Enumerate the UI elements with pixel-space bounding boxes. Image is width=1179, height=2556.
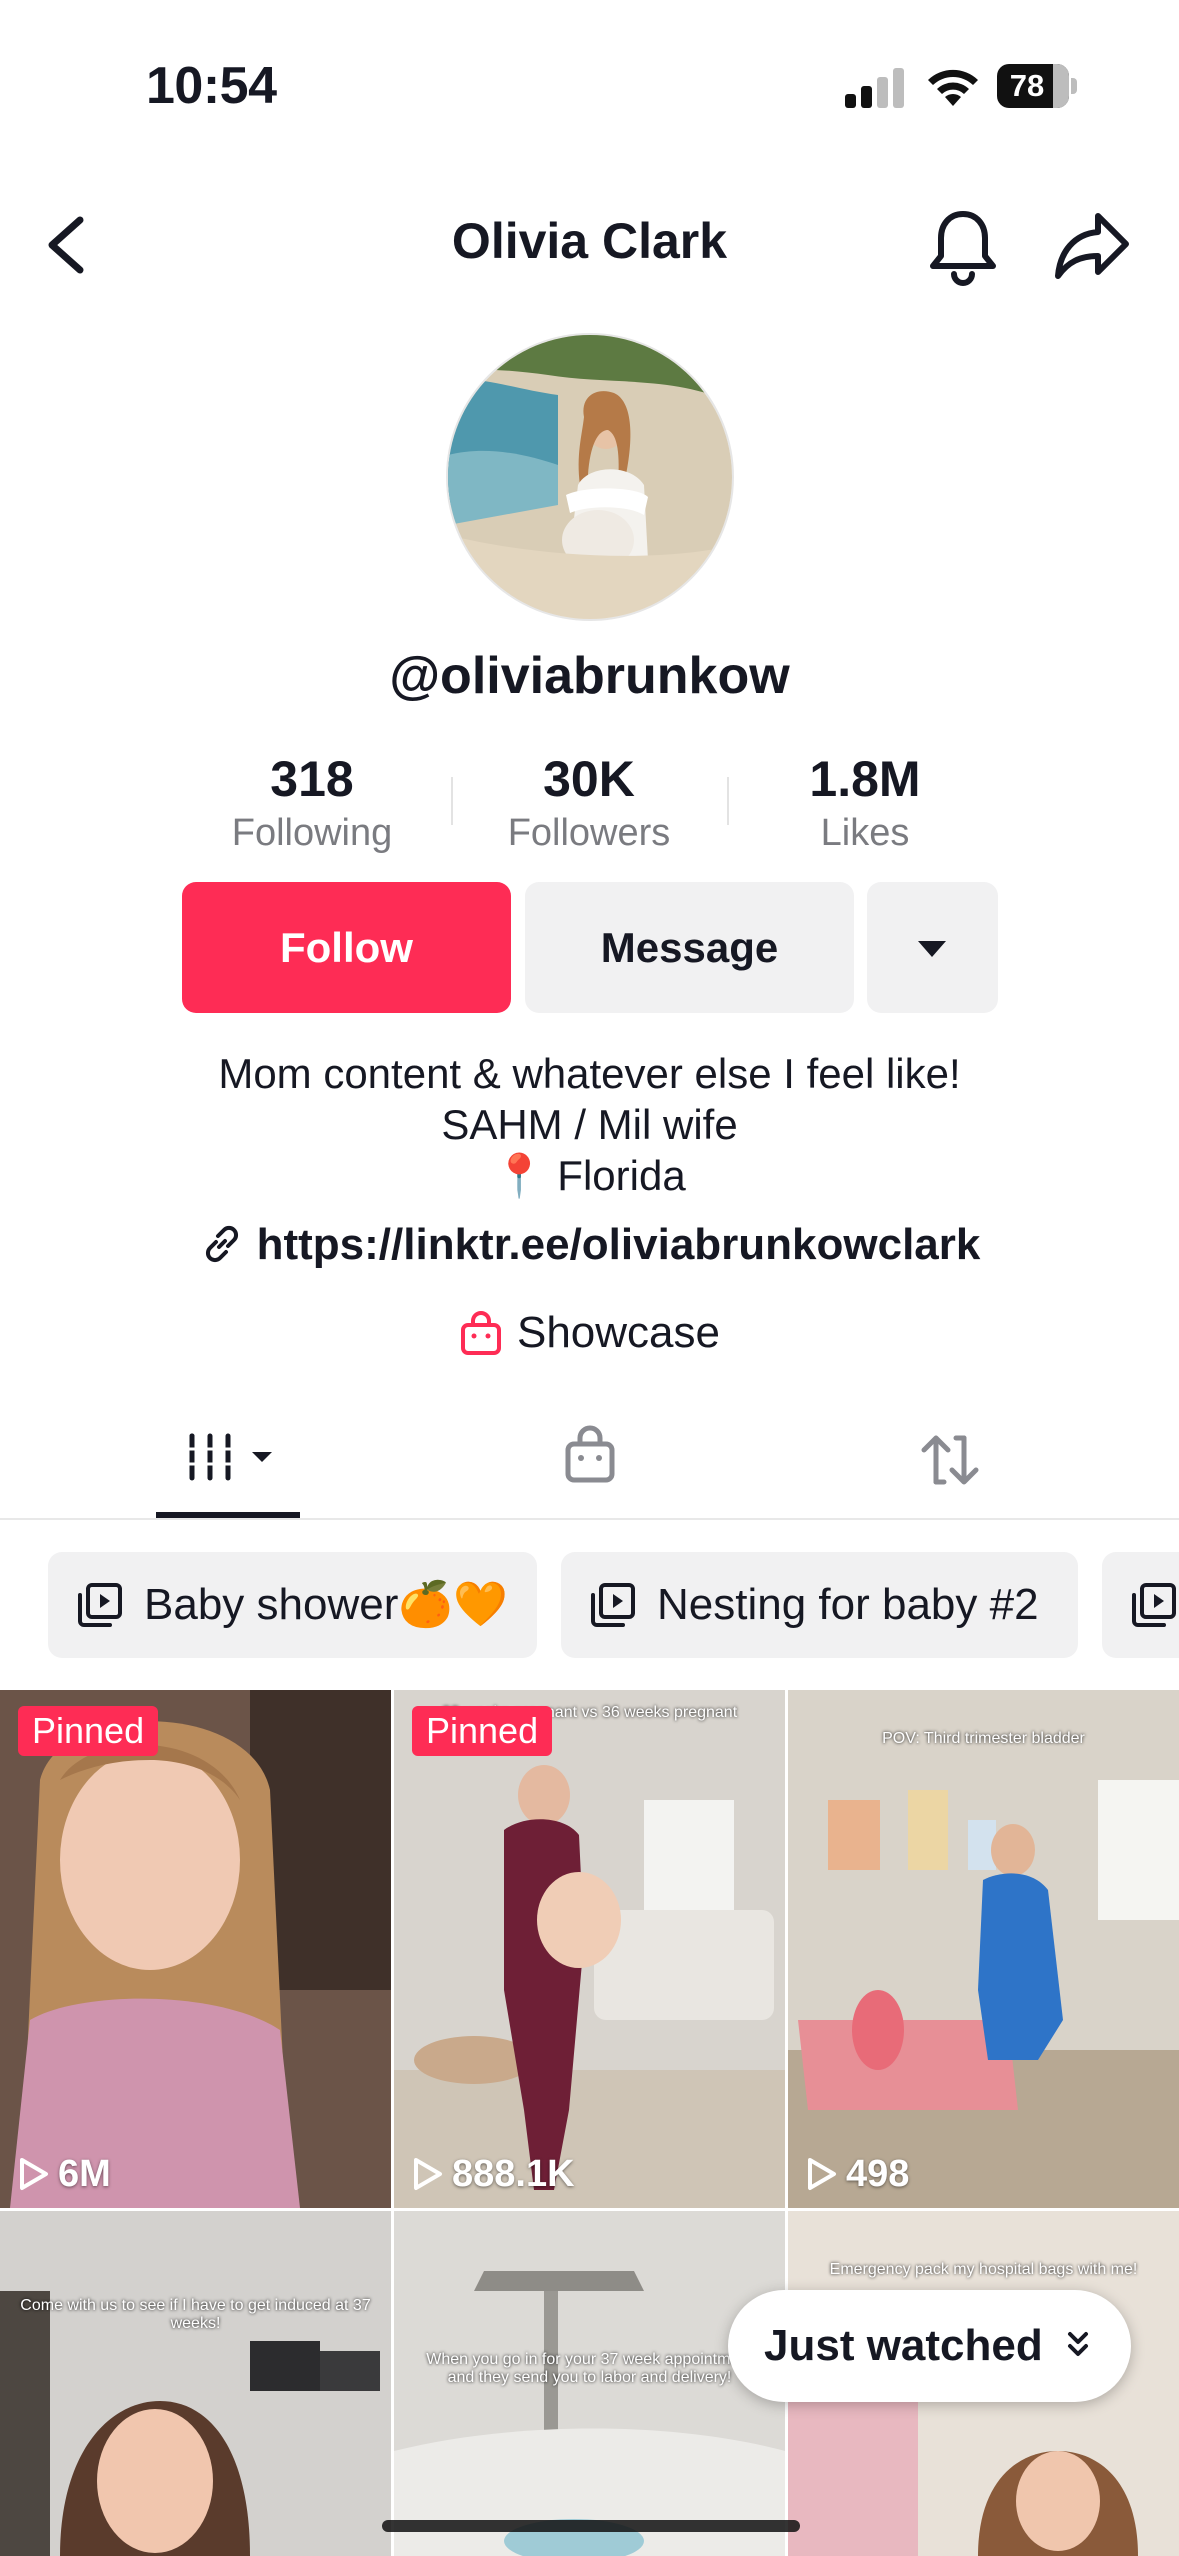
- caret-down-icon: [918, 941, 946, 957]
- view-count: 498: [806, 2153, 909, 2196]
- videos-grid-icon: [186, 1433, 272, 1481]
- view-count: 888.1K: [412, 2153, 575, 2196]
- video-thumbnail[interactable]: 33 weeks pregnant vs 36 weeks pregnant P…: [394, 1690, 785, 2208]
- username: @oliviabrunkow: [389, 647, 790, 705]
- stat-following-label: Following: [231, 812, 393, 854]
- profile-header: Olivia Clark: [0, 190, 1179, 300]
- content-tabs: [0, 1400, 1179, 1520]
- playlist-chip-label: Baby shower🍊🧡: [144, 1580, 508, 1629]
- video-grid: Pinned 6M 33 weeks pregnant vs 36 weeks …: [0, 1690, 1179, 2556]
- video-caption: When you go in for your 37 week appointm…: [426, 2351, 753, 2386]
- stat-followers[interactable]: 30K Followers: [469, 750, 709, 858]
- just-watched-label: Just watched: [764, 2321, 1043, 2370]
- bio-line: Mom content & whatever else I feel like!: [218, 1050, 961, 1097]
- video-thumbnail[interactable]: Pinned 6M: [0, 1690, 391, 2208]
- just-watched-button[interactable]: Just watched: [728, 2290, 1131, 2402]
- avatar-photo: [448, 335, 732, 619]
- video-thumbnail[interactable]: Come with us to see if I have to get ind…: [0, 2211, 391, 2556]
- stat-followers-value: 30K: [543, 751, 635, 807]
- bio-line: SAHM / Mil wife: [441, 1101, 738, 1148]
- playlist-chip[interactable]: Nesting for baby #2: [561, 1552, 1078, 1658]
- playlist-chip[interactable]: Baby shower🍊🧡: [48, 1552, 537, 1658]
- pinned-badge: Pinned: [18, 1706, 159, 1756]
- view-count-text: 888.1K: [452, 2153, 575, 2195]
- video-caption: POV: Third trimester bladder: [882, 1730, 1085, 1747]
- suggested-accounts-button[interactable]: [867, 882, 998, 1013]
- playlist-chip-label: Nesting for baby #2: [657, 1580, 1039, 1629]
- status-time: 10:54: [146, 57, 277, 115]
- video-caption: Come with us to see if I have to get ind…: [20, 2297, 371, 2332]
- page-title: Olivia Clark: [451, 213, 728, 269]
- video-caption: Emergency pack my hospital bags with me!: [829, 2261, 1138, 2278]
- stat-likes-label: Likes: [820, 812, 910, 854]
- showcase-link[interactable]: Showcase: [0, 1308, 1179, 1358]
- tab-shop[interactable]: [540, 1400, 640, 1520]
- playlist-chip[interactable]: [1102, 1552, 1179, 1658]
- view-count: 6M: [18, 2153, 111, 2196]
- message-button[interactable]: Message: [525, 882, 854, 1013]
- video-preview-image: [0, 2211, 391, 2556]
- notification-bell-icon[interactable]: [925, 206, 1001, 286]
- repost-icon: [921, 1435, 979, 1485]
- share-icon[interactable]: [1052, 208, 1132, 284]
- status-bar: 10:54 78: [0, 0, 1179, 150]
- view-count-text: 6M: [58, 2153, 111, 2195]
- stat-followers-label: Followers: [507, 812, 671, 854]
- playlist-chips: Baby shower🍊🧡 Nesting for baby #2: [0, 1552, 1179, 1658]
- view-count-text: 498: [846, 2153, 910, 2195]
- tab-videos[interactable]: [156, 1400, 300, 1520]
- stat-following-value: 318: [270, 751, 354, 807]
- home-indicator[interactable]: [382, 2520, 800, 2532]
- stat-divider: [727, 777, 729, 825]
- link-icon: [205, 1225, 238, 1263]
- playlist-icon: [591, 1583, 635, 1627]
- bio-link[interactable]: https://linktr.ee/oliviabrunkowclark: [0, 1220, 1179, 1270]
- shopping-bag-icon: [565, 1425, 615, 1483]
- chevron-double-down-icon: [1068, 2332, 1088, 2356]
- stat-likes[interactable]: 1.8M Likes: [745, 750, 985, 858]
- cellular-signal-icon: [845, 66, 905, 108]
- stat-divider: [451, 777, 453, 825]
- video-thumbnail[interactable]: When you go in for your 37 week appointm…: [394, 2211, 785, 2556]
- tab-reposts[interactable]: [900, 1400, 1000, 1520]
- playlist-icon: [78, 1583, 122, 1627]
- profile-stats: 318 Following 30K Followers 1.8M Likes: [0, 750, 1179, 860]
- pinned-badge: Pinned: [412, 1706, 553, 1756]
- stat-likes-value: 1.8M: [809, 751, 921, 807]
- tab-active-indicator: [156, 1512, 300, 1518]
- battery-icon: 78: [997, 64, 1077, 108]
- play-icon: [414, 2158, 442, 2190]
- wifi-icon: [928, 69, 978, 106]
- avatar[interactable]: [446, 333, 734, 621]
- video-thumbnail[interactable]: POV: Third trimester bladder 498: [788, 1690, 1179, 2208]
- video-preview-image: [0, 1690, 391, 2208]
- battery-percent: 78: [1009, 68, 1045, 103]
- shopping-bag-icon: [460, 1311, 501, 1355]
- video-preview-image: [394, 1690, 785, 2208]
- bio-link-text: https://linktr.ee/oliviabrunkowclark: [256, 1220, 981, 1269]
- stat-following[interactable]: 318 Following: [192, 750, 432, 858]
- play-icon: [20, 2158, 48, 2190]
- showcase-label: Showcase: [516, 1308, 720, 1357]
- play-icon: [808, 2158, 836, 2190]
- bio-line: 📍 Florida: [493, 1152, 686, 1199]
- video-preview-image: [788, 1690, 1179, 2208]
- playlist-icon: [1132, 1583, 1176, 1627]
- bio: Mom content & whatever else I feel like!…: [0, 1048, 1179, 1201]
- follow-button[interactable]: Follow: [182, 882, 511, 1013]
